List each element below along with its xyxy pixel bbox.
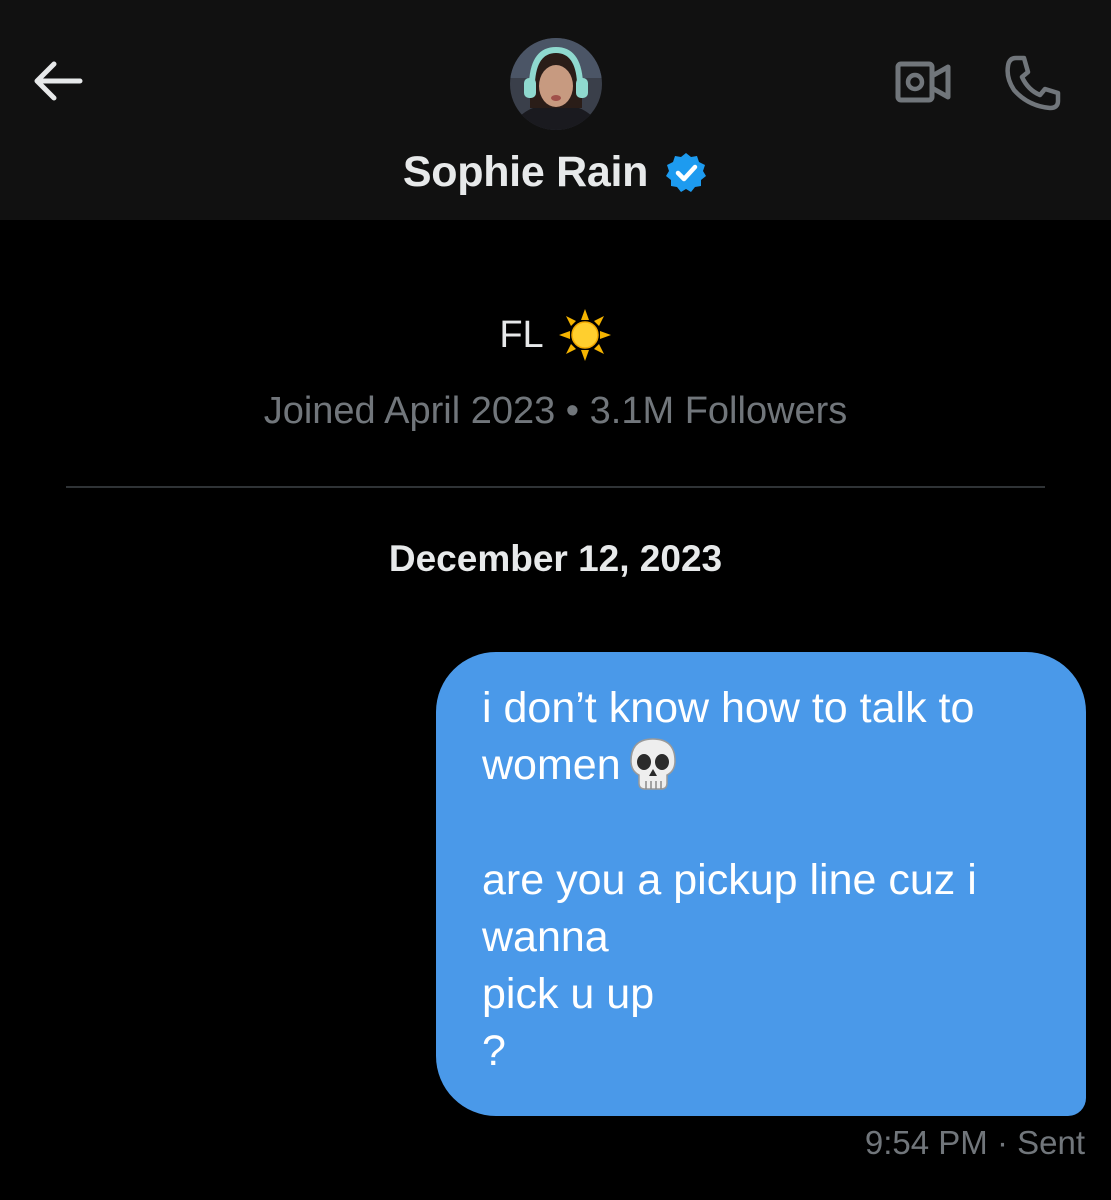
sent-message-bubble[interactable]: i don’t know how to talk to women are yo… [436, 652, 1086, 1116]
message-text: i don’t know how to talk to women are yo… [482, 680, 1046, 1080]
arrow-left-icon [34, 61, 83, 101]
conversation-date: December 12, 2023 [388, 538, 723, 579]
avatar-image [510, 38, 602, 130]
skull-emoji-icon [629, 737, 676, 790]
joined-date: Joined April 2023 [263, 390, 556, 432]
sun-emoji-icon [558, 309, 611, 361]
verified-badge-icon [666, 153, 707, 192]
phone-icon [1005, 55, 1061, 111]
message-text-part2: are you a pickup line cuz i wanna pick u… [482, 855, 977, 1075]
profile-bio: FL [0, 300, 1111, 370]
contact-avatar[interactable] [510, 38, 602, 130]
video-call-button[interactable] [892, 54, 954, 110]
video-camera-icon [895, 61, 951, 103]
audio-call-button[interactable] [1000, 50, 1066, 114]
message-status: Sent [1017, 1124, 1085, 1161]
back-button[interactable] [28, 52, 88, 112]
meta-separator: • [555, 390, 590, 432]
message-time: 9:54 PM [864, 1124, 988, 1161]
contact-name-row: Sophie Rain [0, 140, 1111, 204]
bio-text: FL [499, 313, 544, 356]
message-text-part1: i don’t know how to talk to women [482, 684, 975, 789]
status-separator: · [987, 1124, 1018, 1161]
message-meta: 9:54 PM · Sent [865, 1124, 1085, 1162]
followers-count[interactable]: 3.1M Followers [590, 390, 848, 432]
divider [66, 486, 1045, 488]
contact-name[interactable]: Sophie Rain [403, 148, 648, 197]
conversation-header: Sophie Rain [0, 0, 1111, 220]
profile-meta: Joined April 2023 • 3.1M Followers [0, 390, 1111, 433]
